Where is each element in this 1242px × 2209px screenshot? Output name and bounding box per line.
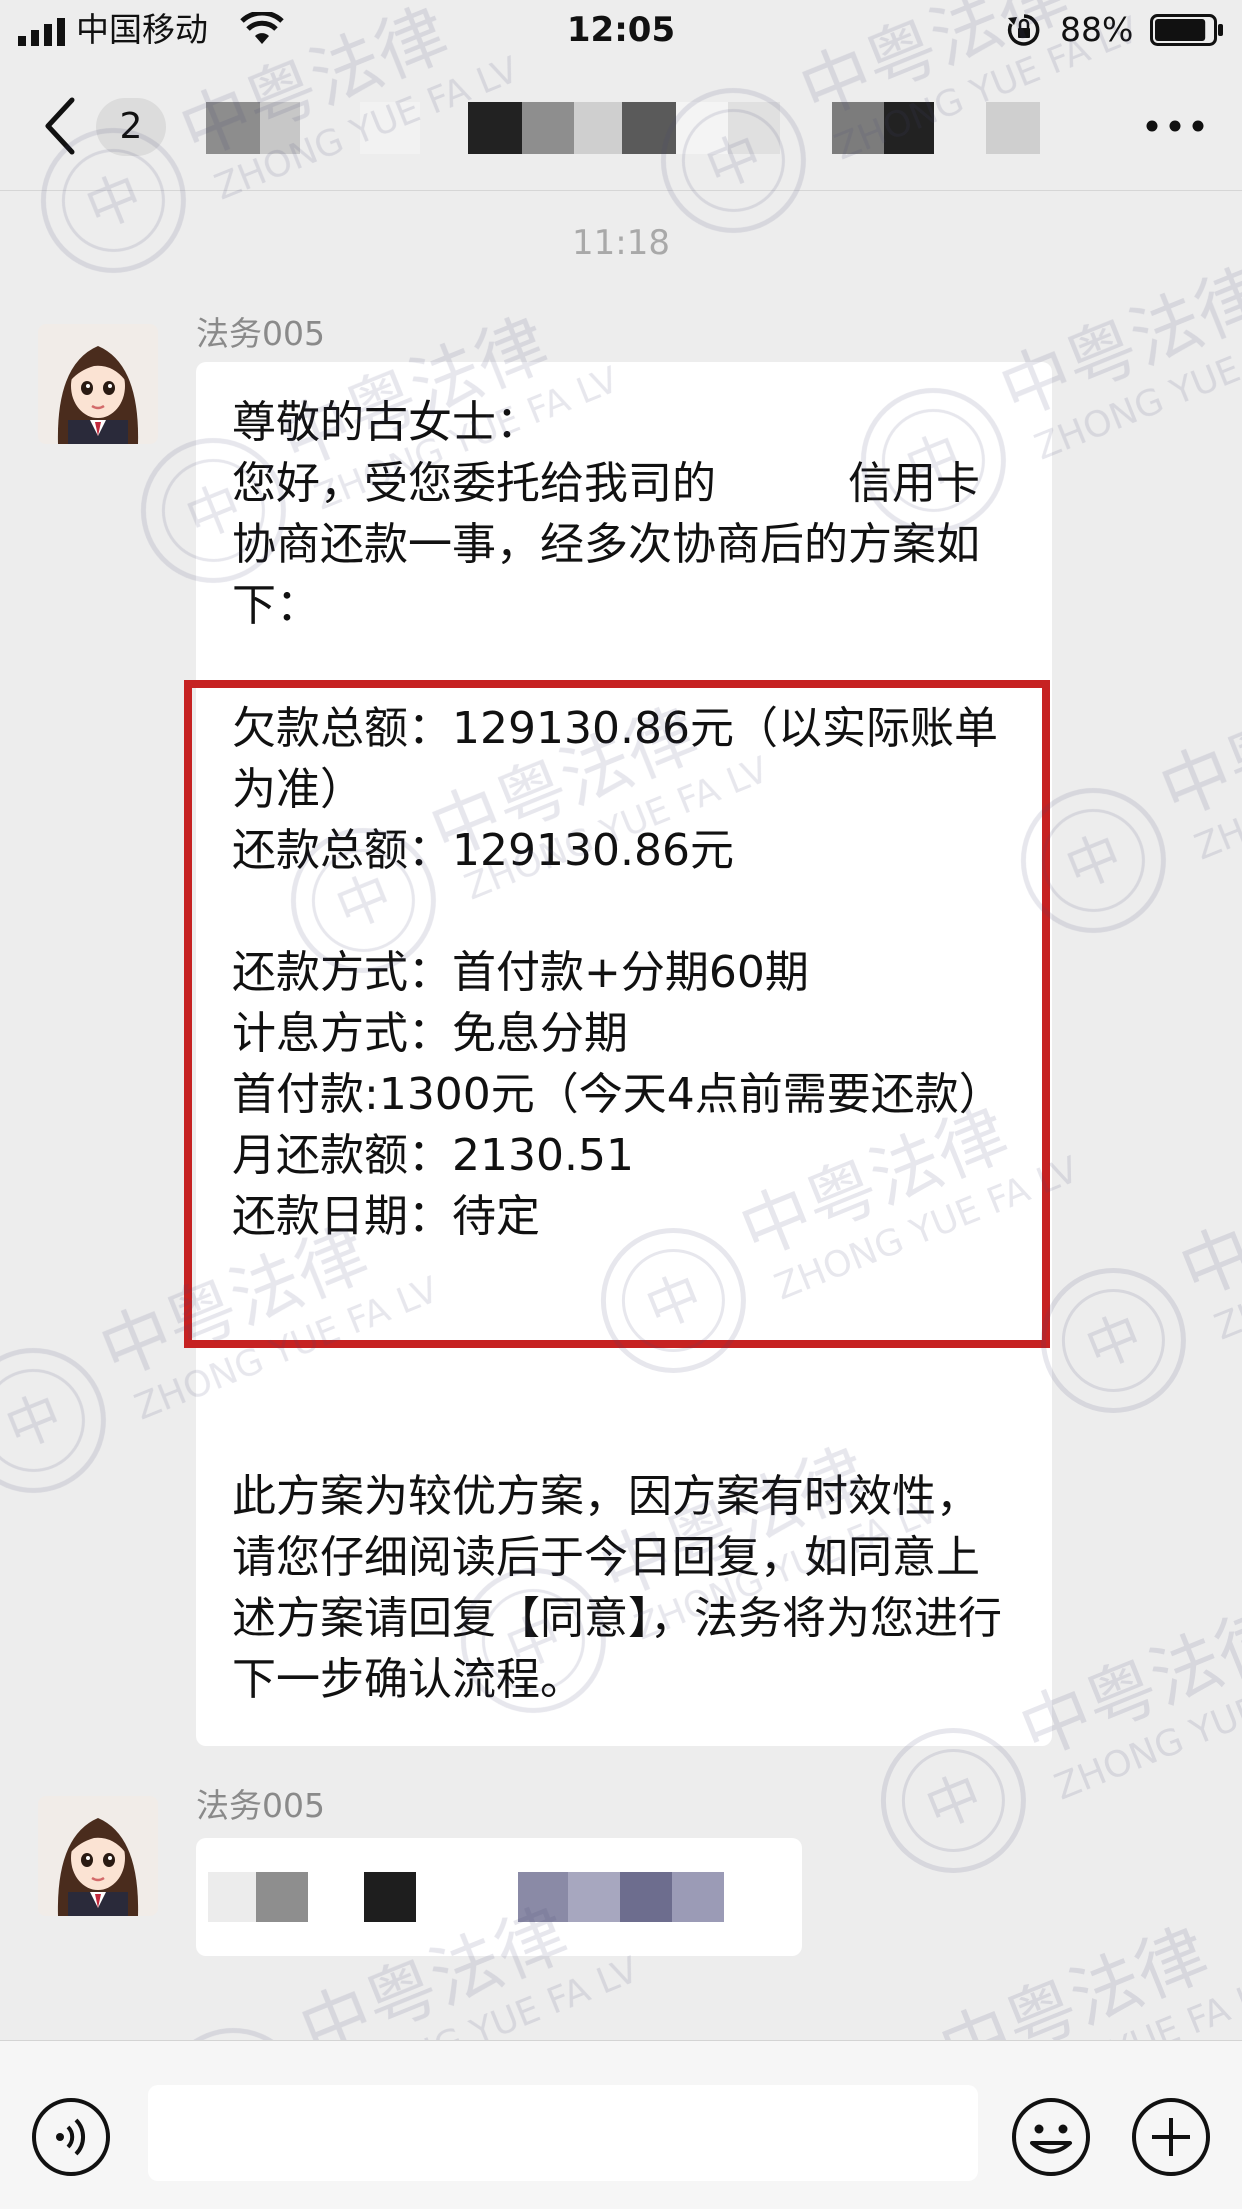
message-input[interactable]	[148, 2085, 978, 2181]
input-bar	[0, 2040, 1242, 2209]
svg-text:中: 中	[1077, 1303, 1151, 1382]
sender-name: 法务005	[196, 314, 325, 353]
clock: 12:05	[566, 10, 676, 50]
message-greeting: 尊敬的古女士： 您好，受您委托给我司的 信用卡协商还款一事，经多次协商后的方案如…	[232, 397, 980, 631]
svg-text:ZHONG YUE FA LV: ZHONG YUE FA LV	[1049, 1649, 1242, 1808]
status-bar: 中国移动 12:05 88%	[0, 0, 1242, 62]
message-closing: 此方案为较优方案，因方案有时效性，请您仔细阅读后于今日回复，如同意上述方案请回复…	[232, 1471, 1002, 1705]
plus-icon[interactable]	[1130, 2096, 1212, 2178]
battery-percent: 88%	[1060, 10, 1134, 49]
avatar[interactable]	[38, 1796, 158, 1916]
svg-text:ZHONG YUE FA LV: ZHONG YUE FA LV	[1209, 1189, 1242, 1348]
voice-icon[interactable]	[30, 2096, 112, 2178]
rotation-lock-icon	[1007, 14, 1040, 46]
svg-text:中: 中	[917, 1763, 991, 1842]
avatar[interactable]	[38, 324, 158, 444]
svg-text:中粤法律: 中粤法律	[1169, 1132, 1242, 1313]
watermark-stamp: 中中粤法律ZHONG YUE FA LV	[1040, 1132, 1242, 1413]
battery-icon	[1150, 14, 1223, 46]
emoji-icon[interactable]	[1010, 2096, 1092, 2178]
chevron-left-icon[interactable]	[40, 96, 80, 156]
sender-name: 法务005	[196, 1786, 325, 1825]
svg-text:中: 中	[1057, 823, 1131, 902]
unread-count-badge[interactable]: 2	[96, 98, 166, 156]
svg-text:ZHONG YUE FA LV: ZHONG YUE FA LV	[1029, 309, 1242, 468]
message-bubble[interactable]: 尊敬的古女士： 您好，受您委托给我司的 信用卡协商还款一事，经多次协商后的方案如…	[184, 362, 1052, 1746]
avatar-image	[38, 324, 158, 444]
more-dots-icon[interactable]	[1142, 106, 1208, 146]
message-timestamp: 11:18	[572, 223, 670, 263]
svg-text:ZHONG YUE FA LV: ZHONG YUE FA LV	[1189, 709, 1242, 868]
chat-header: 2	[0, 62, 1242, 191]
svg-text:中粤法律: 中粤法律	[1149, 652, 1242, 833]
svg-text:中: 中	[0, 1383, 71, 1462]
repayment-plan-details: 欠款总额：129130.86元（以实际账单为准） 还款总额：129130.86元…	[232, 703, 1003, 1242]
message-bubble-redacted[interactable]	[196, 1838, 802, 1956]
avatar-image	[38, 1796, 158, 1916]
